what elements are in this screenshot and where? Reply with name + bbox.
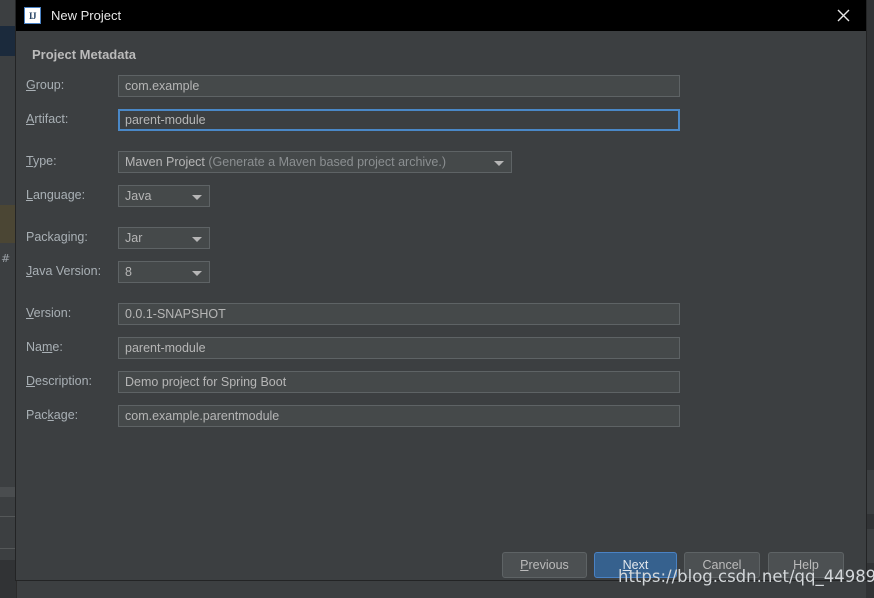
ide-strip-segment [0,420,16,480]
form-row-language: Language: Java [16,185,866,207]
new-project-dialog: IJ New Project Project Metadata Group: c… [16,0,866,580]
description-label: Description: [26,374,93,388]
package-input[interactable]: com.example.parentmodule [118,405,680,427]
artifact-label: Artifact: [26,112,69,126]
type-select[interactable]: Maven Project (Generate a Maven based pr… [118,151,512,173]
chevron-down-icon [192,195,202,200]
intellij-idea-icon: IJ [24,7,41,24]
form-row-description: Description: Demo project for Spring Boo… [16,371,866,393]
chevron-down-icon [494,161,504,166]
java-version-select[interactable]: 8 [118,261,210,283]
cancel-button[interactable]: Cancel [684,552,760,578]
java-version-value: 8 [125,265,132,279]
previous-button[interactable]: Previous [502,552,587,578]
ide-strip-segment [0,487,16,497]
group-label: Group: [26,78,65,92]
name-input[interactable]: parent-module [118,337,680,359]
version-input[interactable]: 0.0.1-SNAPSHOT [118,303,680,325]
packaging-label: Packaging: [26,230,88,244]
dialog-titlebar: IJ New Project [16,0,866,31]
type-hint: (Generate a Maven based project archive.… [208,155,447,169]
group-input[interactable]: com.example [118,75,680,97]
packaging-select[interactable]: Jar [118,227,210,249]
packaging-value: Jar [125,231,143,245]
form-row-name: Name: parent-module [16,337,866,359]
language-value: Java [125,189,152,203]
package-label: Package: [26,408,79,422]
language-select[interactable]: Java [118,185,210,207]
ide-strip-segment [0,205,16,243]
next-button[interactable]: Next [594,552,677,578]
description-input[interactable]: Demo project for Spring Boot [118,371,680,393]
form-row-version: Version: 0.0.1-SNAPSHOT [16,303,866,325]
form-row-packaging: Packaging: Jar [16,227,866,249]
dialog-content: Project Metadata Group: com.example Arti… [16,31,866,543]
ide-strip-segment [0,26,16,56]
chevron-down-icon [192,271,202,276]
name-label: Name: [26,340,63,354]
form-row-type: Type: Maven Project (Generate a Maven ba… [16,151,866,173]
close-icon[interactable] [820,0,866,31]
dialog-button-bar: Previous Next Cancel Help [16,543,866,580]
project-metadata-form: Group: com.example Artifact: parent-modu… [16,75,866,439]
ide-right-edge-segment [866,470,874,514]
language-label: Language: [26,188,86,202]
form-row-java-version: Java Version: 8 [16,261,866,283]
type-value: Maven Project [125,155,205,169]
form-row-artifact: Artifact: parent-module [16,109,866,131]
ide-right-edge-segment [866,529,874,563]
ide-strip-segment [0,56,16,176]
ide-strip-segment [0,560,16,598]
form-row-group: Group: com.example [16,75,866,97]
chevron-down-icon [192,237,202,242]
type-label: Type: [26,154,57,168]
artifact-input[interactable]: parent-module [118,109,680,131]
dialog-title: New Project [51,8,122,23]
ide-strip-glyph: # [1,252,11,265]
java-version-label: Java Version: [26,264,102,278]
help-button[interactable]: Help [768,552,844,578]
ide-left-toolwindow-strip: # [0,0,17,598]
form-row-package: Package: com.example.parentmodule [16,405,866,427]
version-label: Version: [26,306,72,320]
ide-strip-divider [0,516,16,517]
ide-strip-divider [0,548,16,549]
page-title: Project Metadata [32,47,137,62]
